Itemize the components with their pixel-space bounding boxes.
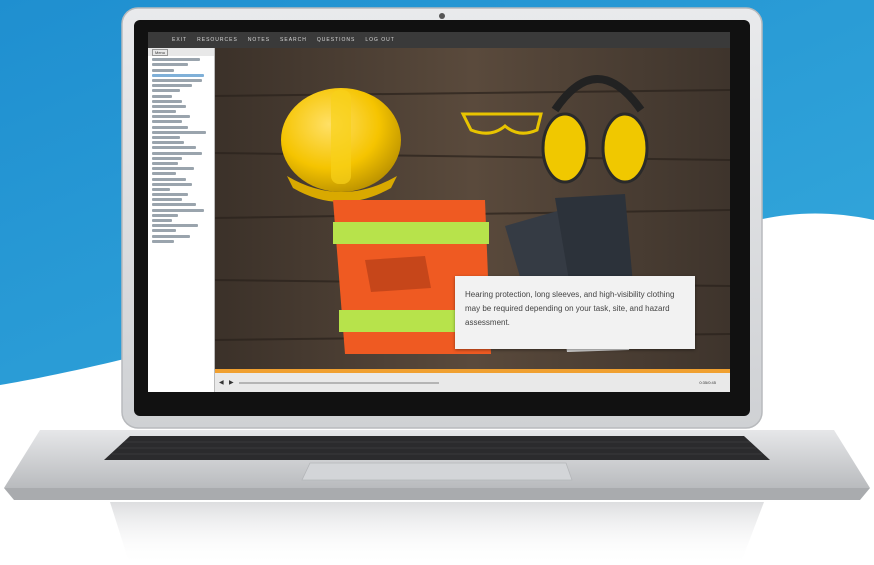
outline-item[interactable] — [152, 193, 188, 197]
outline-item[interactable] — [152, 172, 176, 176]
outline-item[interactable] — [152, 177, 186, 181]
outline-item-selected[interactable] — [152, 73, 204, 77]
top-menu-bar: EXIT RESOURCES NOTES SEARCH QUESTIONS LO… — [148, 32, 730, 48]
outline-item[interactable] — [152, 68, 174, 72]
outline-item[interactable] — [152, 151, 202, 155]
outline-item[interactable] — [152, 141, 184, 145]
menu-item-notes[interactable]: NOTES — [248, 37, 270, 43]
outline-item[interactable] — [152, 167, 194, 171]
outline-item[interactable] — [152, 84, 192, 88]
outline-item[interactable] — [152, 63, 188, 67]
outline-item[interactable] — [152, 182, 192, 186]
outline-item[interactable] — [152, 219, 172, 222]
course-outline-sidebar: Menu — [148, 48, 215, 392]
outline-item[interactable] — [152, 120, 182, 124]
menu-item-search[interactable]: SEARCH — [280, 37, 307, 43]
outline-item[interactable] — [152, 198, 182, 202]
slide-caption: Hearing protection, long sleeves, and hi… — [455, 276, 695, 349]
time-readout: 0:35/0:45 — [699, 380, 716, 385]
outline-item[interactable] — [152, 78, 202, 82]
outline-item[interactable] — [152, 213, 178, 217]
outline-item[interactable] — [152, 234, 190, 238]
sidebar-tab-bar: Menu — [148, 48, 214, 56]
outline-item[interactable] — [152, 115, 190, 119]
outline-item[interactable] — [152, 224, 198, 228]
outline-item[interactable] — [152, 146, 196, 150]
outline-item[interactable] — [152, 110, 176, 114]
player-controls: ◀ ▶ 0:35/0:45 — [215, 373, 730, 392]
outline-item[interactable] — [152, 239, 174, 243]
outline-item[interactable] — [152, 58, 200, 62]
menu-item-questions[interactable]: QUESTIONS — [317, 37, 355, 43]
outline-item[interactable] — [152, 89, 180, 93]
outline-item[interactable] — [152, 130, 206, 134]
outline-list — [148, 58, 214, 243]
tab-menu[interactable]: Menu — [152, 48, 169, 56]
slide-stage: Hearing protection, long sleeves, and hi… — [215, 48, 730, 369]
menu-item-resources[interactable]: RESOURCES — [197, 37, 238, 43]
outline-item[interactable] — [152, 229, 176, 233]
outline-item[interactable] — [152, 104, 186, 108]
outline-item[interactable] — [152, 187, 170, 191]
outline-item[interactable] — [152, 136, 180, 139]
outline-item[interactable] — [152, 99, 182, 103]
seek-bar[interactable] — [239, 381, 439, 384]
outline-item[interactable] — [152, 94, 172, 98]
outline-item[interactable] — [152, 208, 204, 212]
outline-item[interactable] — [152, 203, 196, 207]
menu-item-exit[interactable]: EXIT — [172, 37, 187, 43]
outline-item[interactable] — [152, 156, 182, 160]
outline-item[interactable] — [152, 161, 178, 165]
rewind-icon[interactable]: ◀ — [219, 380, 225, 386]
outline-item[interactable] — [152, 125, 188, 129]
menu-item-log-out[interactable]: LOG OUT — [365, 37, 395, 43]
play-icon[interactable]: ▶ — [229, 380, 235, 386]
app-screen: EXIT RESOURCES NOTES SEARCH QUESTIONS LO… — [148, 32, 730, 392]
